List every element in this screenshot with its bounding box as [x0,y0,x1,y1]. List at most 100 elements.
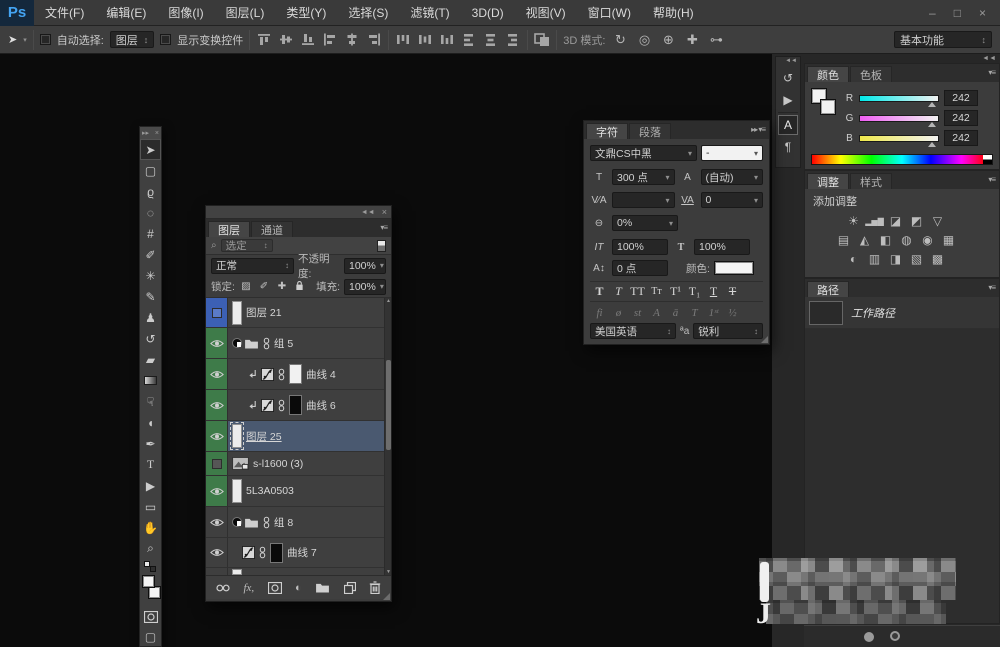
curves-icon[interactable]: ◪ [887,213,904,229]
auto-select-dropdown[interactable]: 图层↕ [110,31,155,48]
lock-paint-icon[interactable]: ✐ [257,281,271,292]
link-layers-icon[interactable] [216,584,230,592]
adjustment-layer-row[interactable]: 曲线 7 [206,538,391,568]
3d-slide-icon[interactable]: ✚ [683,32,701,48]
lasso-tool[interactable]: ϱ [140,181,161,202]
visibility-toggle[interactable] [206,538,228,567]
blend-mode-dropdown[interactable]: 正常↕ [211,258,294,274]
visibility-toggle[interactable] [206,568,228,575]
delete-layer-icon[interactable] [369,581,381,594]
panel-menu-icon[interactable]: ▾≡ [380,223,387,232]
align-vertical-centers-icon[interactable] [278,32,294,47]
layer-row-selected[interactable]: 图层 25 [206,421,391,452]
fill-field[interactable]: 100%▾ [344,279,386,295]
layer-row[interactable]: 图层 21 [206,298,391,328]
strikethrough-button[interactable]: T [723,283,742,300]
lock-transparency-icon[interactable]: ▨ [239,281,253,292]
layers-titlebar[interactable]: ◄◄ × [206,206,391,219]
anti-alias-dropdown[interactable]: 锐利↕ [693,323,763,339]
auto-select-checkbox[interactable] [40,34,51,45]
rectangle-tool[interactable]: ▭ [140,496,161,517]
menu-filter[interactable]: 滤镜(T) [399,0,460,26]
3d-roll-icon[interactable]: ◎ [635,32,653,48]
layer-mask-thumbnail[interactable] [289,395,302,415]
fractions-button[interactable]: ½ [723,305,742,320]
faux-bold-button[interactable]: T [590,283,609,300]
new-group-icon[interactable] [315,582,330,593]
visibility-toggle[interactable] [206,476,228,506]
black-white-icon[interactable]: ◧ [877,232,894,248]
layer-mask-thumbnail[interactable] [270,543,283,563]
opacity-field[interactable]: 100%▾ [344,258,386,274]
green-slider[interactable] [859,115,939,122]
crop-tool[interactable]: # [140,223,161,244]
tab-paragraph[interactable]: 段落 [629,123,671,139]
menu-layer[interactable]: 图层(L) [215,0,276,26]
clone-stamp-tool[interactable]: ♟ [140,307,161,328]
minimize-button[interactable]: – [929,6,936,20]
brush-tool[interactable]: ✎ [140,286,161,307]
tab-layers[interactable]: 图层 [208,221,250,237]
all-caps-button[interactable]: TT [628,283,647,300]
blue-slider[interactable] [859,135,939,142]
small-caps-button[interactable]: Tᴛ [647,283,666,300]
distribute-vertical-centers-icon[interactable] [417,32,433,47]
group-row[interactable]: ▼ 组 5 [206,328,391,359]
faux-italic-button[interactable]: T [609,283,628,300]
3d-drag-icon[interactable]: ⊕ [659,32,677,48]
resize-grip[interactable] [383,593,390,600]
adjustment-layer-row[interactable]: 曲线 6 [206,390,391,421]
text-color-swatch[interactable] [714,261,754,275]
photo-filter-icon[interactable]: ◍ [898,232,915,248]
new-layer-icon[interactable] [344,582,356,594]
layer-row[interactable]: 5L3A0503 [206,476,391,507]
exposure-icon[interactable]: ◩ [908,213,925,229]
blue-value[interactable]: 242 [944,130,978,146]
align-bottom-edges-icon[interactable] [300,32,316,47]
screen-mode-icon[interactable]: ▢ [140,627,161,647]
color-spectrum-ramp[interactable] [811,154,993,165]
tab-channels[interactable]: 通道 [251,221,293,237]
visibility-toggle[interactable] [206,452,228,475]
vertical-scale-field[interactable]: 100% [612,239,668,255]
ordinals-button[interactable]: 1ˢᵗ [704,305,723,320]
swash-button[interactable]: A [647,305,666,320]
group-mask-thumbnail[interactable] [232,338,242,348]
baseline-shift-field[interactable]: 0 点 [612,260,668,276]
foreground-background-color[interactable] [140,573,161,607]
group-row[interactable]: ▼ 组 8 [206,507,391,538]
red-slider[interactable] [859,95,939,102]
auto-align-layers-icon[interactable] [534,32,550,47]
new-adjustment-layer-icon[interactable]: ◐ [295,582,302,594]
selective-color-icon[interactable]: ▧ [908,251,925,267]
distribute-horizontal-centers-icon[interactable] [483,32,499,47]
align-left-edges-icon[interactable] [322,32,338,47]
quick-selection-tool[interactable]: ◌ [140,202,161,223]
channel-mixer-icon[interactable]: ◉ [919,232,936,248]
tab-adjustments[interactable]: 调整 [807,173,849,189]
menu-image[interactable]: 图像(I) [157,0,214,26]
distribute-left-edges-icon[interactable] [461,32,477,47]
layer-style-icon[interactable]: fx, [243,582,254,594]
menu-type[interactable]: 类型(Y) [275,0,337,26]
horizontal-scale-field[interactable]: 100% [694,239,750,255]
levels-icon[interactable]: ▂▅▇ [866,213,883,229]
panel-menu-icon[interactable]: ▾≡ [988,68,995,77]
lock-all-icon[interactable] [293,280,307,294]
invert-icon[interactable]: ◐ [845,251,862,267]
pen-tool[interactable]: ✒ [140,433,161,454]
resize-grip[interactable] [761,336,768,343]
proportional-spacing-field[interactable]: 0%▾ [612,215,678,231]
gradient-tool[interactable] [140,370,161,391]
quick-mask-icon[interactable] [140,607,161,627]
smart-object-row[interactable]: s-l1600 (3) [206,452,391,476]
character-panel-icon[interactable]: A [778,115,798,135]
type-tool[interactable]: T [140,454,161,475]
menu-window[interactable]: 窗口(W) [577,0,642,26]
visibility-toggle[interactable] [206,507,228,537]
green-value[interactable]: 242 [944,110,978,126]
tab-character[interactable]: 字符 [586,123,628,139]
zoom-tool[interactable]: ⌕ [140,538,161,559]
show-transform-checkbox[interactable] [160,34,171,45]
tab-styles[interactable]: 样式 [850,173,892,189]
